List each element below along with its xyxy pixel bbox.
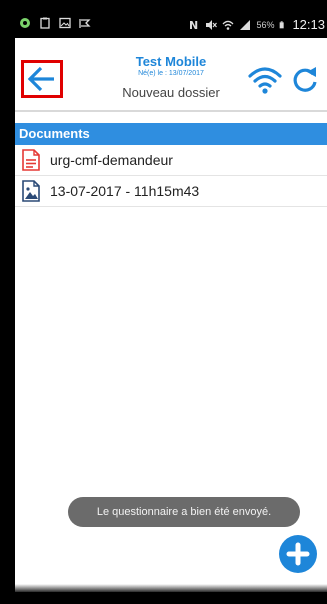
app-screen: N 56% 12:13 Test Mobile Né(e) le: 13/07… xyxy=(15,12,327,592)
list-item[interactable]: urg-cmf-demandeur xyxy=(15,145,327,176)
image-icon xyxy=(59,17,71,29)
status-left-icons xyxy=(19,17,91,29)
device-frame: N 56% 12:13 Test Mobile Né(e) le: 13/07… xyxy=(0,0,327,604)
add-button[interactable] xyxy=(279,535,317,573)
documents-list: urg-cmf-demandeur 13-07-2017 - 11h15m43 xyxy=(15,145,327,207)
page-title: Test Mobile xyxy=(135,54,207,69)
wifi-button[interactable] xyxy=(247,62,283,98)
signal-icon xyxy=(240,19,251,30)
wifi-status-icon xyxy=(222,20,234,30)
mute-icon xyxy=(206,19,218,30)
pdf-document-icon xyxy=(21,149,41,171)
list-item[interactable]: 13-07-2017 - 11h15m43 xyxy=(15,176,327,207)
clock: 12:13 xyxy=(292,17,325,32)
screen-bottom-shadow xyxy=(15,584,327,592)
refresh-icon xyxy=(293,67,317,92)
clipboard-icon xyxy=(40,17,50,29)
checkmark-flag-icon xyxy=(79,19,91,28)
plus-icon xyxy=(286,542,310,566)
app-header: Test Mobile Né(e) le : 13/07/2017 Nouvea… xyxy=(15,38,327,108)
wifi-icon xyxy=(248,67,282,94)
arrow-left-icon xyxy=(27,66,54,92)
nfc-icon: N xyxy=(189,19,198,31)
battery-percent: 56% xyxy=(256,19,275,30)
document-name: urg-cmf-demandeur xyxy=(50,152,173,168)
toast-message: Le questionnaire a bien été envoyé. xyxy=(68,497,300,527)
status-right-icons: N 56% 12:13 xyxy=(188,17,325,32)
back-button[interactable] xyxy=(21,60,63,98)
image-document-icon xyxy=(21,180,41,202)
battery-icon xyxy=(280,20,285,28)
title-block: Test Mobile Né(e) le : 13/07/2017 Nouvea… xyxy=(97,38,245,100)
svg-text:N: N xyxy=(189,19,198,31)
document-name: 13-07-2017 - 11h15m43 xyxy=(50,183,200,199)
header-divider xyxy=(15,110,327,112)
refresh-button[interactable] xyxy=(287,62,323,98)
folder-name: Nouveau dossier xyxy=(122,85,220,100)
documents-section-title: Documents xyxy=(15,123,327,145)
app-icon xyxy=(20,18,30,28)
birth-date: Né(e) le : 13/07/2017 xyxy=(138,70,204,77)
status-bar: N 56% 12:13 xyxy=(15,12,327,38)
